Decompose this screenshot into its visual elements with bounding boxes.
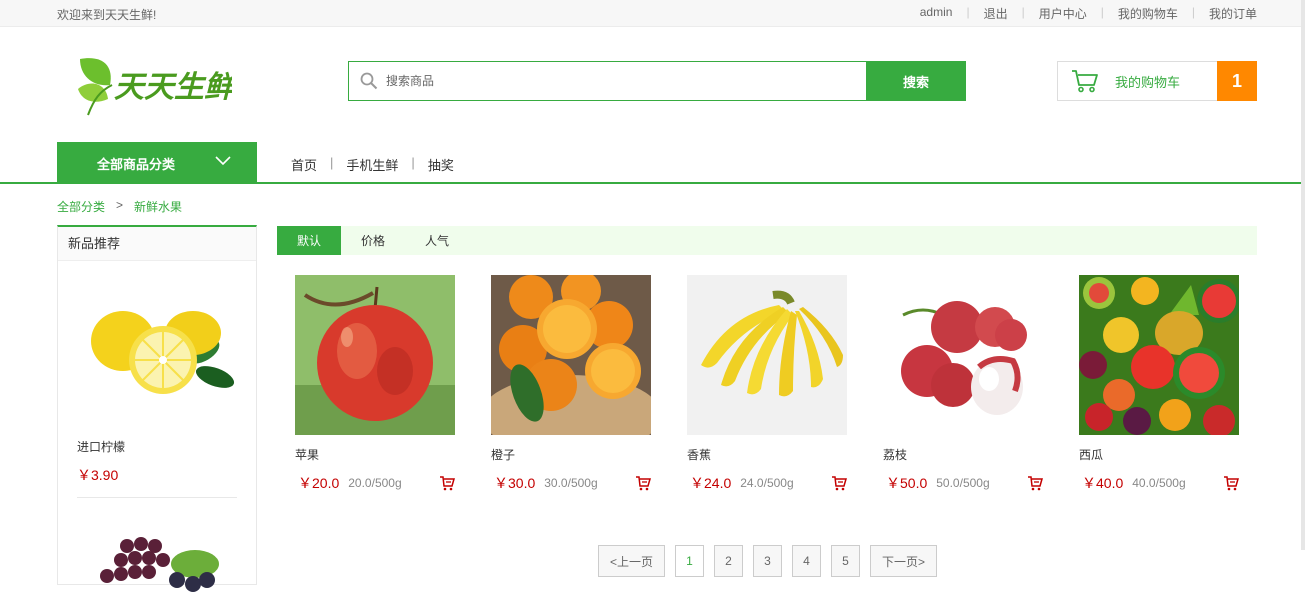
sort-bar: 默认 价格 人气 bbox=[277, 226, 1257, 255]
pagination: <上一页 1 2 3 4 5 下一页> bbox=[598, 545, 947, 577]
my-orders-link[interactable]: 我的订单 bbox=[1209, 5, 1257, 22]
sidebar-product-price: ￥3.90 bbox=[77, 465, 237, 498]
header: 天天生鲜 搜索 我的购物车 1 bbox=[0, 27, 1305, 142]
scrollbar[interactable] bbox=[1301, 0, 1305, 550]
chevron-down-icon bbox=[215, 156, 231, 166]
goods-price: ￥50.0 bbox=[886, 475, 928, 491]
goods-list: 苹果 ￥20.0 20.0/500g 橙子 ￥30.0 30.0/500g 香蕉… bbox=[295, 275, 1275, 493]
breadcrumb-root[interactable]: 全部分类 bbox=[57, 198, 105, 215]
sidebar-product-name[interactable]: 进口柠檬 bbox=[77, 438, 237, 455]
watermelon-image[interactable] bbox=[1079, 275, 1239, 435]
nav-item-mobile-fresh[interactable]: 手机生鲜 bbox=[346, 155, 398, 174]
goods-unit-price: 24.0/500g bbox=[740, 476, 794, 490]
main-nav: 全部商品分类 首页 | 手机生鲜 | 抽奖 bbox=[0, 142, 1305, 184]
all-categories-button[interactable]: 全部商品分类 bbox=[57, 142, 257, 184]
welcome-text: 欢迎来到天天生鲜! bbox=[57, 8, 157, 22]
goods-name[interactable]: 荔枝 bbox=[883, 446, 1043, 463]
add-to-cart-icon[interactable] bbox=[439, 475, 455, 491]
search-bar: 搜索 bbox=[348, 61, 966, 101]
page-button-1[interactable]: 1 bbox=[675, 545, 704, 577]
goods-price-line: ￥20.0 20.0/500g bbox=[295, 473, 455, 493]
search-input[interactable] bbox=[386, 74, 826, 88]
divider: | bbox=[966, 5, 970, 19]
grape-image[interactable] bbox=[77, 524, 237, 604]
banana-image[interactable] bbox=[687, 275, 847, 435]
page-button-4[interactable]: 4 bbox=[792, 545, 821, 577]
search-button[interactable]: 搜索 bbox=[866, 61, 966, 101]
prev-page-button[interactable]: <上一页 bbox=[598, 545, 665, 577]
goods-name[interactable]: 西瓜 bbox=[1079, 446, 1239, 463]
sort-price[interactable]: 价格 bbox=[341, 226, 405, 255]
sort-popularity[interactable]: 人气 bbox=[405, 226, 469, 255]
logout-link[interactable]: 退出 bbox=[984, 5, 1008, 22]
sort-default[interactable]: 默认 bbox=[277, 226, 341, 255]
top-links: admin | 退出 | 用户中心 | 我的购物车 | 我的订单 bbox=[920, 5, 1257, 22]
search-box bbox=[348, 61, 866, 101]
nav-item-home[interactable]: 首页 bbox=[291, 155, 317, 174]
goods-price-line: ￥40.0 40.0/500g bbox=[1079, 473, 1239, 493]
goods-unit-price: 40.0/500g bbox=[1132, 476, 1186, 490]
svg-text:天天生鲜: 天天生鲜 bbox=[114, 71, 232, 104]
nav-item-lottery[interactable]: 抽奖 bbox=[428, 155, 454, 174]
goods-name[interactable]: 橙子 bbox=[491, 446, 651, 463]
breadcrumb: 全部分类 > 新鲜水果 bbox=[57, 198, 182, 215]
all-categories-label: 全部商品分类 bbox=[97, 156, 176, 172]
goods-unit-price: 50.0/500g bbox=[936, 476, 990, 490]
page-button-2[interactable]: 2 bbox=[714, 545, 743, 577]
cart-widget[interactable]: 我的购物车 1 bbox=[1057, 61, 1257, 101]
nav-menu: 首页 | 手机生鲜 | 抽奖 bbox=[291, 155, 454, 174]
page-button-5[interactable]: 5 bbox=[831, 545, 860, 577]
goods-unit-price: 20.0/500g bbox=[348, 476, 402, 490]
user-center-link[interactable]: 用户中心 bbox=[1039, 5, 1087, 22]
add-to-cart-icon[interactable] bbox=[831, 475, 847, 491]
divider: | bbox=[411, 155, 415, 170]
goods-item: 荔枝 ￥50.0 50.0/500g bbox=[883, 275, 1043, 493]
goods-price: ￥40.0 bbox=[1082, 475, 1124, 491]
goods-name[interactable]: 香蕉 bbox=[687, 446, 847, 463]
add-to-cart-icon[interactable] bbox=[1223, 475, 1239, 491]
goods-price-line: ￥24.0 24.0/500g bbox=[687, 473, 847, 493]
goods-item: 香蕉 ￥24.0 24.0/500g bbox=[687, 275, 847, 493]
lychee-image[interactable] bbox=[883, 275, 1043, 435]
divider: | bbox=[1191, 5, 1195, 19]
cart-count-badge: 1 bbox=[1217, 61, 1257, 101]
goods-unit-price: 30.0/500g bbox=[544, 476, 598, 490]
username-link[interactable]: admin bbox=[920, 5, 953, 22]
divider: | bbox=[330, 155, 334, 170]
page-button-3[interactable]: 3 bbox=[753, 545, 782, 577]
breadcrumb-current: 新鲜水果 bbox=[134, 200, 183, 214]
goods-price-line: ￥50.0 50.0/500g bbox=[883, 473, 1043, 493]
goods-item: 西瓜 ￥40.0 40.0/500g bbox=[1079, 275, 1239, 493]
goods-item: 橙子 ￥30.0 30.0/500g bbox=[491, 275, 651, 493]
shopping-cart-icon bbox=[1072, 70, 1098, 93]
goods-name[interactable]: 苹果 bbox=[295, 446, 455, 463]
sidebar-title: 新品推荐 bbox=[58, 227, 256, 261]
search-icon bbox=[360, 72, 378, 90]
lemon-image[interactable] bbox=[77, 265, 237, 425]
breadcrumb-separator: > bbox=[116, 198, 124, 212]
new-products-sidebar: 新品推荐 进口柠檬 ￥3.90 bbox=[57, 225, 257, 592]
goods-price: ￥20.0 bbox=[298, 475, 340, 491]
goods-price-line: ￥30.0 30.0/500g bbox=[491, 473, 651, 493]
divider: | bbox=[1100, 5, 1104, 19]
next-page-button[interactable]: 下一页> bbox=[870, 545, 937, 577]
goods-price: ￥30.0 bbox=[494, 475, 536, 491]
cart-box[interactable]: 我的购物车 bbox=[1057, 61, 1217, 101]
add-to-cart-icon[interactable] bbox=[1027, 475, 1043, 491]
sidebar-product[interactable]: 进口柠檬 ￥3.90 bbox=[58, 261, 256, 607]
orange-image[interactable] bbox=[491, 275, 651, 435]
divider: | bbox=[1021, 5, 1025, 19]
site-logo[interactable]: 天天生鲜 bbox=[72, 55, 232, 117]
cart-label: 我的购物车 bbox=[1115, 74, 1181, 90]
goods-item: 苹果 ￥20.0 20.0/500g bbox=[295, 275, 455, 493]
goods-price: ￥24.0 bbox=[690, 475, 732, 491]
my-cart-link[interactable]: 我的购物车 bbox=[1118, 5, 1178, 22]
top-bar: 欢迎来到天天生鲜! admin | 退出 | 用户中心 | 我的购物车 | 我的… bbox=[0, 0, 1305, 27]
add-to-cart-icon[interactable] bbox=[635, 475, 651, 491]
apple-image[interactable] bbox=[295, 275, 455, 435]
